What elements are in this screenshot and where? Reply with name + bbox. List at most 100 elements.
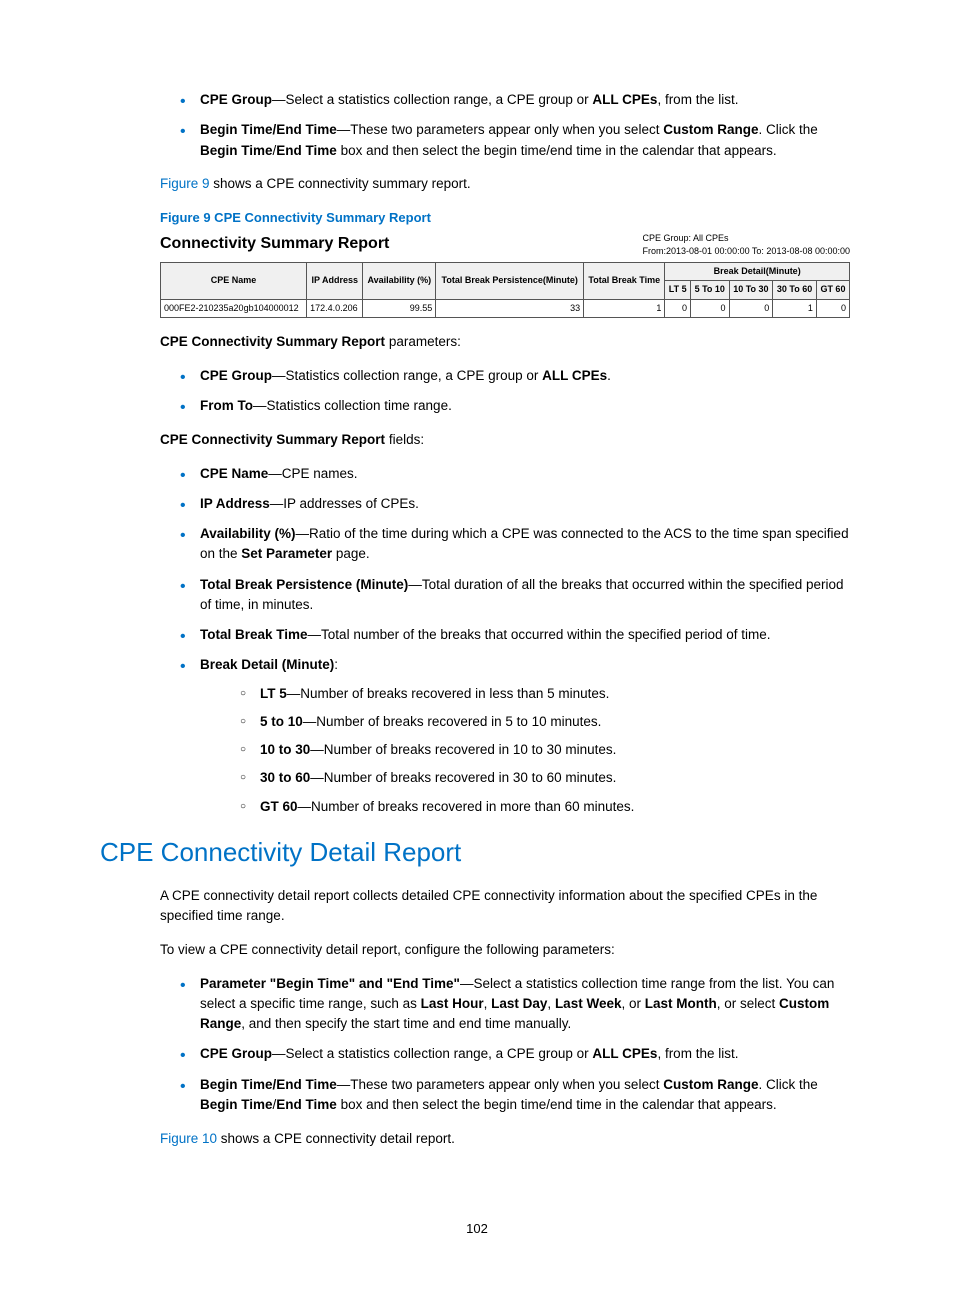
bold: 30 to 60 [260,770,310,785]
report-meta-group: CPE Group: All CPEs [643,232,850,246]
bold: Last Month [645,996,717,1011]
bold: Total Break Persistence (Minute) [200,577,408,592]
fields-heading: CPE Connectivity Summary Report fields: [160,430,854,450]
bold: CPE Group [200,368,272,383]
detail-p1: A CPE connectivity detail report collect… [160,886,854,927]
text: —IP addresses of CPEs. [270,496,419,511]
figure-9-link[interactable]: Figure 9 [160,176,210,191]
text: —Number of breaks recovered in more than… [298,799,635,814]
th-bd: Break Detail(Minute) [665,262,850,281]
text: —Number of breaks recovered in 10 to 30 … [310,742,616,757]
fields-bullets: CPE Name—CPE names. IP Address—IP addres… [160,464,854,817]
text: —These two parameters appear only when y… [337,122,663,137]
bold: Begin Time [200,143,273,158]
bold: ALL CPEs [542,368,607,383]
figure-9-caption: Figure 9 CPE Connectivity Summary Report [160,208,854,228]
text: —These two parameters appear only when y… [337,1077,663,1092]
figure-10-link[interactable]: Figure 10 [160,1131,217,1146]
list-item: Total Break Persistence (Minute)—Total d… [160,575,854,616]
text: —Number of breaks recovered in 5 to 10 m… [303,714,602,729]
bold: 5 to 10 [260,714,303,729]
text: —Total number of the breaks that occurre… [308,627,771,642]
bold: Set Parameter [241,546,332,561]
report-title: Connectivity Summary Report [160,232,389,256]
text: —CPE names. [268,466,357,481]
list-item: 5 to 10—Number of breaks recovered in 5 … [230,712,854,732]
text: page. [332,546,370,561]
bold: From To [200,398,253,413]
th-tbp: Total Break Persistence(Minute) [436,262,584,299]
text: . Click the [758,122,817,137]
bold: Break Detail (Minute) [200,657,334,672]
th-ip: IP Address [307,262,363,299]
list-item: From To—Statistics collection time range… [160,396,854,416]
bold: Begin Time [200,1097,273,1112]
th-cpe-name: CPE Name [161,262,307,299]
page-number: 102 [0,1221,954,1236]
th-30-60: 30 To 60 [773,281,817,300]
list-item: Availability (%)—Ratio of the time durin… [160,524,854,565]
text: , or select [717,996,779,1011]
cell: 0 [691,299,730,318]
cell: 0 [729,299,773,318]
top-bullets: CPE Group—Select a statistics collection… [160,90,854,161]
text: parameters: [385,334,461,349]
break-detail-sub: LT 5—Number of breaks recovered in less … [230,684,854,817]
text: , [547,996,555,1011]
bold: End Time [276,1097,337,1112]
content-block: CPE Group—Select a statistics collection… [160,90,854,1149]
page: CPE Group—Select a statistics collection… [0,0,954,1296]
th-lt5: LT 5 [665,281,691,300]
report-meta: CPE Group: All CPEs From:2013-08-01 00:0… [643,232,850,259]
list-item: Begin Time/End Time—These two parameters… [160,120,854,161]
th-avail: Availability (%) [363,262,436,299]
bold: Custom Range [663,122,758,137]
bold: Begin Time/End Time [200,122,337,137]
text: , or [621,996,644,1011]
list-item: 30 to 60—Number of breaks recovered in 3… [230,768,854,788]
text: fields: [385,432,424,447]
text: , from the list. [657,1046,738,1061]
list-item: Parameter "Begin Time" and "End Time"—Se… [160,974,854,1035]
text: . Click the [758,1077,817,1092]
bold: ALL CPEs [592,1046,657,1061]
heading-detail-report: CPE Connectivity Detail Report [100,833,854,872]
detail-bullets: Parameter "Begin Time" and "End Time"—Se… [160,974,854,1116]
bold: Parameter "Begin Time" and "End Time" [200,976,460,991]
list-item: CPE Group—Select a statistics collection… [160,1044,854,1064]
bold: Custom Range [663,1077,758,1092]
bold: CPE Name [200,466,268,481]
list-item: Begin Time/End Time—These two parameters… [160,1075,854,1116]
cell: 0 [665,299,691,318]
text: box and then select the begin time/end t… [337,143,777,158]
bold: GT 60 [260,799,298,814]
list-item: CPE Name—CPE names. [160,464,854,484]
text: . [607,368,611,383]
report-image: Connectivity Summary Report CPE Group: A… [160,232,850,319]
bold: Begin Time/End Time [200,1077,337,1092]
figure-9-sentence: Figure 9 shows a CPE connectivity summar… [160,174,854,194]
table-row: 000FE2-210235a20gb104000012 172.4.0.206 … [161,299,850,318]
bold: Last Day [491,996,547,1011]
cell: 0 [816,299,849,318]
text: shows a CPE connectivity summary report. [210,176,471,191]
text: , [484,996,492,1011]
bold: 10 to 30 [260,742,310,757]
bold: Availability (%) [200,526,296,541]
text: shows a CPE connectivity detail report. [217,1131,455,1146]
list-item: Total Break Time—Total number of the bre… [160,625,854,645]
figure-10-sentence: Figure 10 shows a CPE connectivity detai… [160,1129,854,1149]
bold: Last Hour [421,996,484,1011]
list-item: IP Address—IP addresses of CPEs. [160,494,854,514]
text: —Number of breaks recovered in 30 to 60 … [310,770,616,785]
cell: 33 [436,299,584,318]
list-item: 10 to 30—Number of breaks recovered in 1… [230,740,854,760]
text: box and then select the begin time/end t… [337,1097,777,1112]
bold: IP Address [200,496,270,511]
list-item: Break Detail (Minute): LT 5—Number of br… [160,655,854,817]
report-table: CPE Name IP Address Availability (%) Tot… [160,262,850,319]
cell: 000FE2-210235a20gb104000012 [161,299,307,318]
text: , and then specify the start time and en… [241,1016,571,1031]
cell: 172.4.0.206 [307,299,363,318]
cell: 99.55 [363,299,436,318]
